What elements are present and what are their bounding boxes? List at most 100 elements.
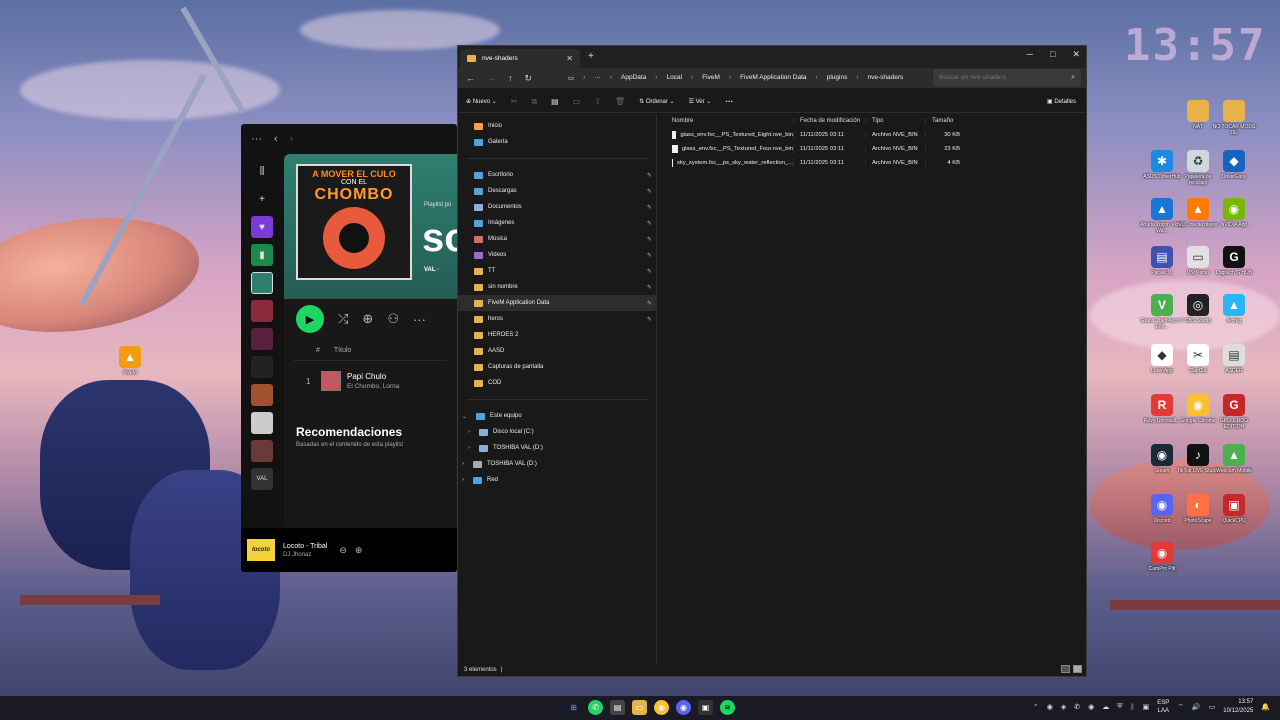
library-playlist-item[interactable] bbox=[251, 272, 273, 294]
breadcrumb-item[interactable]: AppData bbox=[621, 74, 646, 81]
breadcrumb[interactable]: ▭ › ··· › AppData › Local › FiveM › Five… bbox=[562, 69, 926, 86]
chevron-right-icon[interactable]: › bbox=[462, 477, 464, 483]
tiles-view-icon[interactable] bbox=[1073, 665, 1082, 673]
nav-item[interactable]: Capturas de pantalla bbox=[458, 359, 656, 375]
column-name[interactable]: Nombre bbox=[666, 118, 794, 124]
saved-episodes-icon[interactable]: ▮ bbox=[251, 244, 273, 266]
network-icon[interactable]: ⌔ bbox=[1177, 703, 1184, 712]
desktop-icon[interactable]: G Logitech G HUB bbox=[1212, 246, 1256, 276]
copy-icon[interactable]: ⧉ bbox=[531, 97, 537, 107]
see-more-button[interactable]: ··· bbox=[725, 97, 733, 106]
breadcrumb-item[interactable]: FiveM Application Data bbox=[740, 74, 806, 81]
file-row[interactable]: sky_system.fxc__ps_sky_water_reflection_… bbox=[666, 156, 1086, 170]
column-title[interactable]: Título bbox=[334, 347, 352, 360]
up-arrow-icon[interactable]: ↑ bbox=[508, 73, 513, 83]
new-tab-icon[interactable]: + bbox=[588, 51, 594, 62]
battery-icon[interactable]: ▭ bbox=[1209, 703, 1216, 711]
now-playing-artist[interactable]: DJ Jhonaz bbox=[283, 552, 327, 558]
chevron-right-icon[interactable]: › bbox=[462, 461, 464, 467]
library-playlist-item[interactable] bbox=[251, 440, 273, 462]
column-date[interactable]: Fecha de modificación bbox=[794, 118, 866, 124]
add-icon[interactable]: + bbox=[251, 188, 273, 210]
nav-item[interactable]: COD bbox=[458, 375, 656, 391]
track-row[interactable]: 1 Papi Chulo El Chombo, Lorna bbox=[284, 361, 457, 395]
file-row[interactable]: glass_env.fxc__PS_Textured_Four.nve_bin 1… bbox=[666, 142, 1086, 156]
download-icon[interactable]: ⊕ bbox=[362, 311, 373, 327]
more-path-icon[interactable]: ··· bbox=[594, 74, 601, 81]
forward-arrow-icon[interactable]: → bbox=[487, 73, 496, 83]
nav-item[interactable]: Videos ✎ bbox=[458, 247, 656, 263]
shield-tray-icon[interactable]: ⛨ bbox=[1117, 703, 1122, 711]
maximize-icon[interactable]: □ bbox=[1050, 49, 1055, 60]
add-user-icon[interactable]: ⚇ bbox=[387, 311, 399, 327]
minimize-icon[interactable]: ─ bbox=[1027, 49, 1033, 60]
details-view-icon[interactable] bbox=[1061, 665, 1070, 673]
column-type[interactable]: Tipo bbox=[866, 118, 926, 124]
whatsapp-icon[interactable]: ✆ bbox=[588, 700, 603, 715]
cloud-tray-icon[interactable]: ☁ bbox=[1102, 703, 1109, 711]
file-explorer-icon[interactable]: ▭ bbox=[632, 700, 647, 715]
nav-item[interactable]: FiveM Application Data ✎ bbox=[458, 295, 656, 311]
library-playlist-item[interactable]: VAL bbox=[251, 468, 273, 490]
delete-icon[interactable]: 🗑 bbox=[615, 97, 625, 106]
desktop-icon[interactable]: ◉ NVIDIA App bbox=[1212, 198, 1256, 228]
close-icon[interactable]: ✕ bbox=[1072, 49, 1080, 60]
desktop-icon[interactable]: ▲ Webcam Mobile bbox=[1212, 444, 1256, 474]
breadcrumb-item[interactable]: nve-shaders bbox=[868, 74, 904, 81]
chevron-up-icon[interactable]: ⌃ bbox=[1033, 703, 1039, 711]
notepad-icon[interactable]: ▤ bbox=[610, 700, 625, 715]
desktop-icon[interactable]: ◆ DriverEasy bbox=[1212, 150, 1256, 180]
new-button[interactable]: ⊕ Nuevo ⌄ bbox=[466, 98, 497, 105]
paste-icon[interactable]: ▤ bbox=[551, 97, 559, 106]
breadcrumb-item[interactable]: Local bbox=[666, 74, 682, 81]
desktop-icon[interactable]: G GPU-Z ROG EDITION bbox=[1212, 394, 1256, 430]
nav-item[interactable]: › Disco local (C:) bbox=[458, 424, 656, 440]
nav-item[interactable]: › TOSHIBA VAL (D:) bbox=[458, 440, 656, 456]
back-arrow-icon[interactable]: ‹ bbox=[274, 133, 278, 145]
remove-icon[interactable]: ⊖ bbox=[339, 545, 347, 556]
desktop-icon[interactable]: ◉ CamPro Pilt bbox=[1140, 542, 1184, 572]
language-indicator[interactable]: ESP LAA bbox=[1157, 699, 1169, 715]
nav-item[interactable]: › TOSHIBA VAL (D:) bbox=[458, 456, 656, 472]
forward-arrow-icon[interactable]: › bbox=[290, 133, 294, 145]
chevron-right-icon[interactable]: › bbox=[468, 429, 470, 435]
shuffle-icon[interactable]: ⤮ bbox=[338, 311, 348, 327]
bluetooth-icon[interactable]: ᛒ bbox=[1130, 704, 1134, 711]
desktop-icon[interactable]: NO TOCAR MODS DE bbox=[1212, 100, 1256, 136]
notifications-icon[interactable]: 🔔 bbox=[1261, 703, 1270, 711]
desktop-icon[interactable]: ▲ Arcreg bbox=[1212, 294, 1256, 324]
back-arrow-icon[interactable]: ← bbox=[466, 73, 475, 83]
library-playlist-item[interactable] bbox=[251, 300, 273, 322]
app-tray-icon[interactable]: ▣ bbox=[1143, 703, 1150, 711]
library-playlist-item[interactable] bbox=[251, 384, 273, 406]
library-icon[interactable]: ⫼ bbox=[251, 160, 273, 182]
more-options-icon[interactable]: ··· bbox=[413, 312, 426, 327]
chevron-down-icon[interactable]: ⌄ bbox=[462, 413, 467, 420]
details-button[interactable]: ▣ Detalles bbox=[1047, 98, 1076, 105]
nav-item[interactable]: › Red bbox=[458, 472, 656, 488]
nav-item[interactable]: Inicio bbox=[458, 118, 656, 134]
nav-item[interactable]: Documentos ✎ bbox=[458, 199, 656, 215]
breadcrumb-item[interactable]: plugins bbox=[827, 74, 848, 81]
nvidia-tray-icon[interactable]: ◈ bbox=[1061, 703, 1066, 711]
search-input[interactable] bbox=[939, 74, 1059, 81]
desktop-icon[interactable]: ▤ ASDER bbox=[1212, 344, 1256, 374]
nav-item[interactable]: Galería bbox=[458, 134, 656, 150]
nav-item[interactable]: HEROES 2 bbox=[458, 327, 656, 343]
play-button[interactable]: ▶ bbox=[296, 305, 324, 333]
close-tab-icon[interactable]: ✕ bbox=[566, 54, 573, 63]
start-icon[interactable]: ⊞ bbox=[566, 700, 581, 715]
cut-icon[interactable]: ✂ bbox=[511, 97, 518, 106]
capture-icon[interactable]: ▣ bbox=[698, 700, 713, 715]
file-row[interactable]: glass_env.fxc__PS_Textured_Eight.nve_bin… bbox=[666, 128, 1086, 142]
chevron-right-icon[interactable]: › bbox=[468, 445, 470, 451]
now-playing-title[interactable]: Locoto - Tribal bbox=[283, 543, 327, 550]
view-button[interactable]: ☰ Ver ⌄ bbox=[689, 98, 712, 105]
desktop-icon-fivem[interactable]: ▲ FiveM bbox=[108, 346, 152, 376]
spotify-icon[interactable]: ≋ bbox=[720, 700, 735, 715]
track-artists[interactable]: El Chombo, Lorna bbox=[347, 383, 399, 390]
more-options-icon[interactable]: ··· bbox=[251, 133, 262, 145]
discord-tray-icon[interactable]: ◉ bbox=[1088, 703, 1094, 711]
nav-item[interactable]: Música ✎ bbox=[458, 231, 656, 247]
column-size[interactable]: Tamaño bbox=[926, 118, 964, 124]
